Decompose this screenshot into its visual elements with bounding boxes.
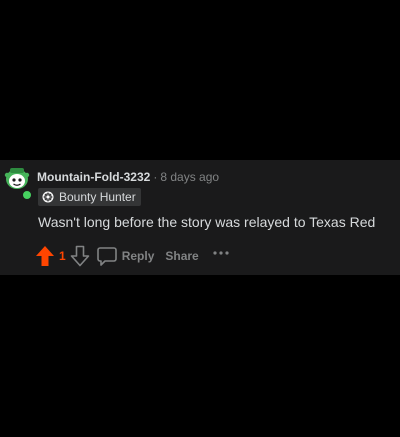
arrow-up-icon xyxy=(36,246,54,266)
share-button[interactable]: Share xyxy=(165,249,198,263)
comment-meta: Mountain-Fold-3232 · 8 days ago xyxy=(37,169,219,185)
comment-card: Mountain-Fold-3232 · 8 days ago Bounty Hun… xyxy=(0,160,400,275)
upvote-button[interactable] xyxy=(34,244,56,268)
meta-separator: · xyxy=(153,170,158,184)
author-username[interactable]: Mountain-Fold-3232 xyxy=(37,170,150,184)
user-flair: Bounty Hunter xyxy=(38,188,141,206)
vote-count: 1 xyxy=(59,249,66,263)
comment-timestamp[interactable]: 8 days ago xyxy=(160,170,219,184)
comment-body: Wasn't long before the story was relayed… xyxy=(38,214,376,230)
arrow-down-icon xyxy=(70,245,89,267)
reply-button[interactable]: Reply xyxy=(96,245,155,267)
reply-label: Reply xyxy=(121,249,155,263)
speech-bubble-icon xyxy=(96,247,117,266)
online-status-indicator xyxy=(21,189,33,201)
gear-badge-icon xyxy=(42,191,54,203)
downvote-button[interactable] xyxy=(69,244,91,268)
ellipsis-icon xyxy=(213,251,229,255)
comment-action-bar: 1 Reply Share xyxy=(34,244,231,268)
more-options-button[interactable] xyxy=(211,245,231,261)
flair-label: Bounty Hunter xyxy=(59,190,136,204)
